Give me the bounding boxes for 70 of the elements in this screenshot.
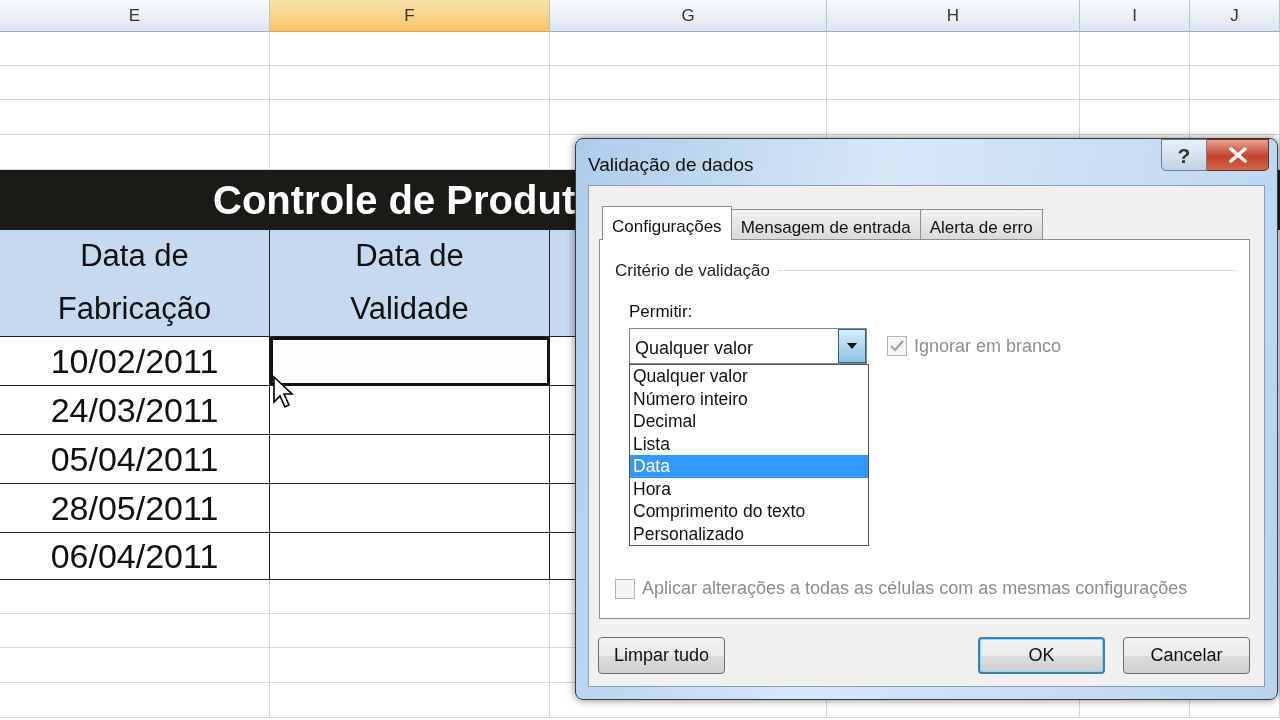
column-header[interactable]: H (827, 0, 1080, 32)
cursor-icon (272, 375, 296, 409)
field-label: Permitir: (629, 300, 694, 323)
spreadsheet-cell[interactable] (270, 32, 550, 66)
header-text: Validade (350, 290, 469, 328)
tab[interactable]: Alerta de erro (919, 209, 1043, 239)
spreadsheet-cell[interactable] (0, 66, 270, 100)
table-cell[interactable] (270, 484, 550, 533)
spreadsheet-cell[interactable] (827, 100, 1080, 135)
check-icon (890, 340, 904, 352)
spreadsheet-cell[interactable] (270, 648, 550, 683)
close-button[interactable] (1207, 139, 1269, 171)
spreadsheet-cell[interactable] (1080, 66, 1190, 100)
dropdown-option[interactable]: Personalizado (630, 522, 868, 545)
dropdown-option[interactable]: Número inteiro (630, 387, 868, 410)
caret-icon (847, 343, 857, 349)
dropdown-option[interactable]: Hora (630, 477, 868, 500)
table-title: Controle de Produt (213, 177, 576, 224)
spreadsheet-cell[interactable] (1190, 100, 1280, 135)
section-label: Critério de validação (615, 260, 770, 282)
spreadsheet-cell[interactable] (550, 32, 827, 66)
spreadsheet-cell[interactable] (0, 100, 270, 135)
date-cell: 06/04/2011 (0, 533, 270, 580)
dropdown-value: Qualquer valor (634, 337, 755, 360)
spreadsheet-cell[interactable] (1080, 32, 1190, 66)
table-cell[interactable] (270, 533, 550, 580)
dropdown-option[interactable]: Decimal (630, 410, 868, 433)
spreadsheet-cell[interactable] (0, 580, 270, 614)
spreadsheet-cell[interactable] (0, 683, 270, 718)
dropdown-option[interactable]: Qualquer valor (630, 365, 868, 388)
spreadsheet-cell[interactable] (0, 32, 270, 66)
column-header[interactable]: I (1080, 0, 1190, 32)
tab[interactable]: Mensagem de entrada (730, 209, 921, 239)
spreadsheet-cell[interactable] (0, 614, 270, 648)
header-text: Fabricação (57, 290, 212, 328)
table-cell[interactable] (270, 337, 550, 386)
checkbox-label: Aplicar alterações a todas as células com as mesmas configurações (642, 577, 1188, 600)
tab[interactable]: Configurações (602, 206, 732, 240)
spreadsheet-cell[interactable] (270, 66, 550, 100)
spreadsheet-cell[interactable] (270, 100, 550, 135)
header-text: Data de (355, 237, 464, 276)
date-cell: 05/04/2011 (0, 435, 270, 484)
spreadsheet-cell[interactable] (270, 580, 550, 614)
help-button[interactable]: ? (1161, 139, 1207, 171)
header-text: Data de (80, 237, 189, 276)
column-header[interactable]: G (550, 0, 827, 32)
spreadsheet-cell[interactable] (827, 66, 1080, 100)
spreadsheet-cell[interactable] (270, 683, 550, 718)
dropdown-option[interactable]: Lista (630, 432, 868, 455)
spreadsheet-cell[interactable] (550, 100, 827, 135)
dialog-button[interactable]: Cancelar (1123, 637, 1250, 674)
date-cell: 24/03/2011 (0, 386, 270, 435)
spreadsheet-cell[interactable] (1190, 66, 1280, 100)
date-cell: 28/05/2011 (0, 484, 270, 533)
spreadsheet-cell[interactable] (1190, 32, 1280, 66)
spreadsheet-cell[interactable] (0, 648, 270, 683)
close-icon (1227, 147, 1248, 163)
dialog-button[interactable]: OK (978, 637, 1105, 674)
window-title: Validação de dados (588, 153, 754, 177)
table-cell[interactable] (270, 435, 550, 484)
spreadsheet-cell[interactable] (1080, 100, 1190, 135)
column-header[interactable]: E (0, 0, 270, 32)
column-header[interactable]: J (1190, 0, 1280, 32)
dialog-button[interactable]: Limpar tudo (598, 637, 725, 674)
spreadsheet-cell[interactable] (827, 32, 1080, 66)
column-header[interactable]: F (270, 0, 550, 32)
spreadsheet-cell[interactable] (550, 66, 827, 100)
dropdown-option[interactable]: Comprimento do texto (630, 500, 868, 523)
checkbox-label: Ignorar em branco (914, 334, 1062, 358)
spreadsheet-cell[interactable] (270, 614, 550, 648)
